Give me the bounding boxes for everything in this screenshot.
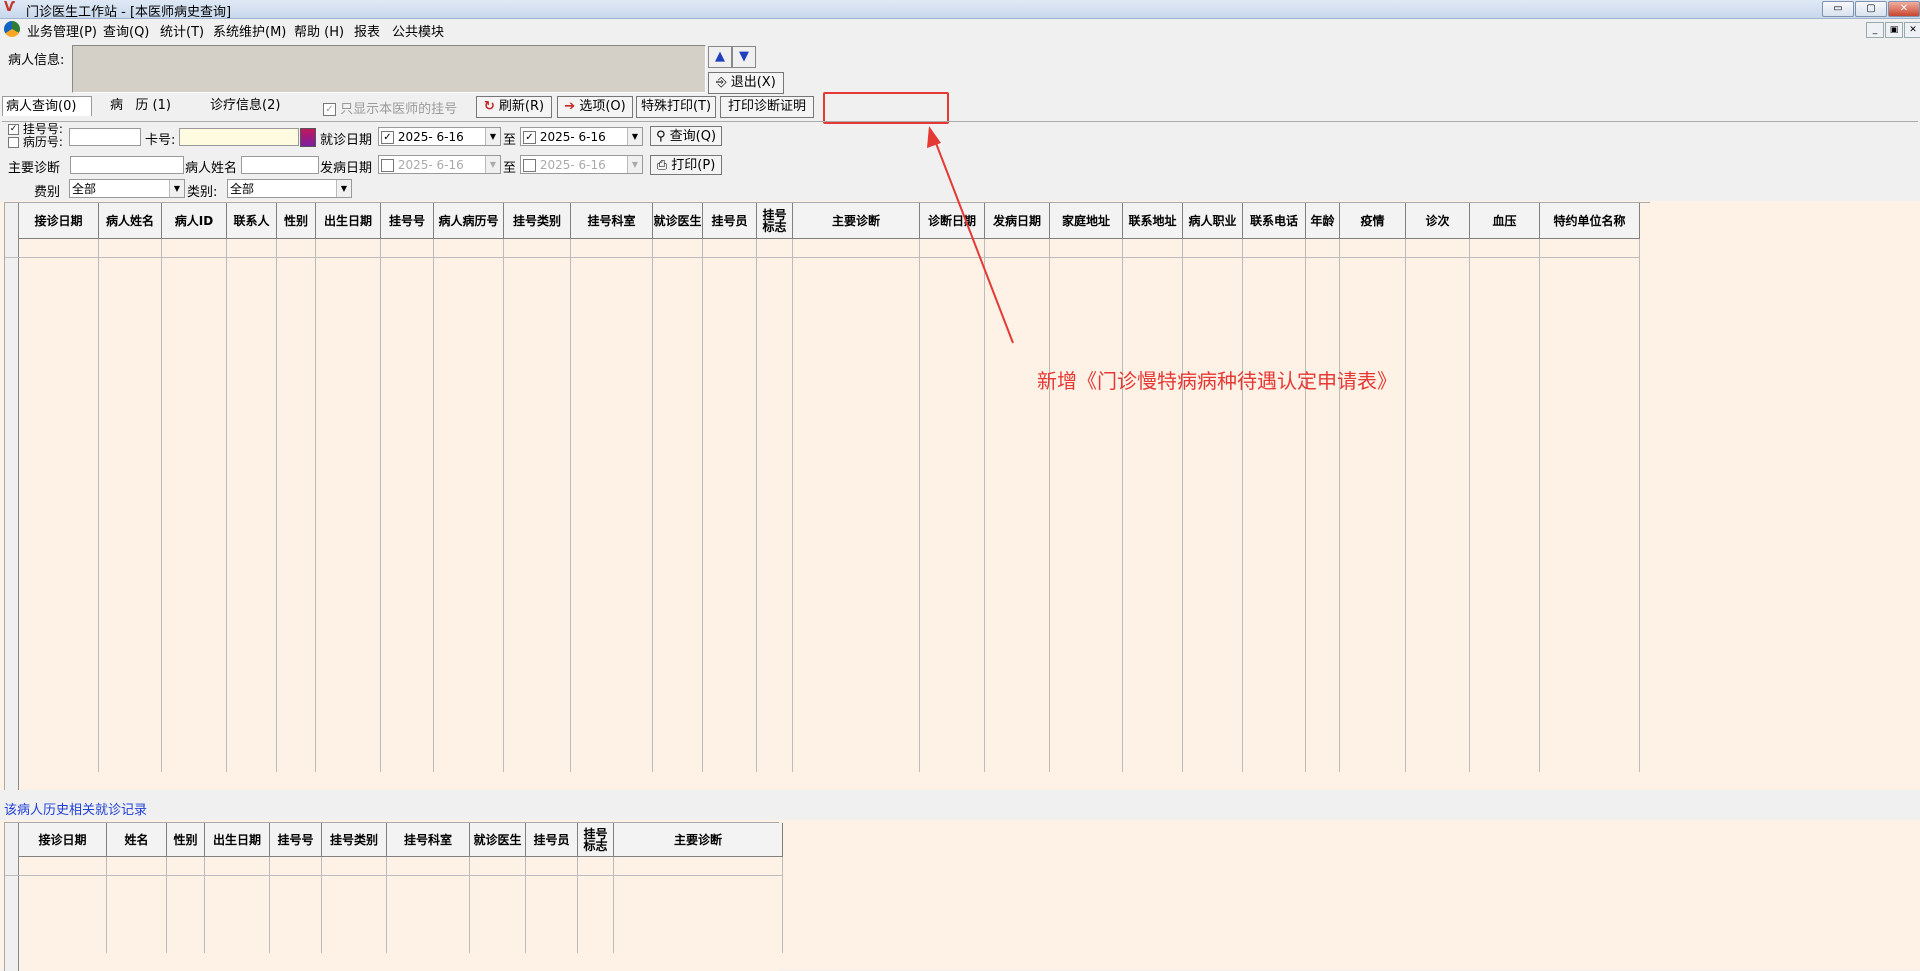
annotation-text: 新增《门诊慢特病病种待遇认定申请表》 bbox=[1037, 369, 1397, 393]
annotation-arrow bbox=[933, 137, 1014, 344]
annotation-overlay bbox=[927, 126, 1014, 344]
arrow-head-icon bbox=[927, 126, 941, 148]
